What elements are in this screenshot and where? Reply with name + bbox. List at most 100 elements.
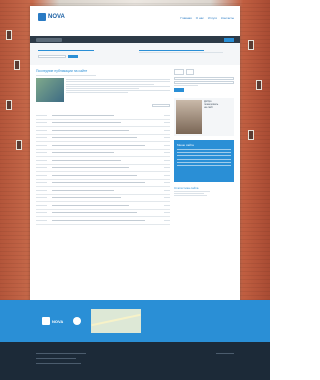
list-item-count	[164, 121, 170, 124]
list-item-title[interactable]	[52, 114, 164, 117]
sidebar-menu-item[interactable]	[177, 152, 231, 154]
list-item[interactable]	[36, 120, 170, 127]
window-decoration	[16, 140, 22, 150]
list-item-count	[164, 196, 170, 199]
list-item-title[interactable]	[52, 196, 164, 199]
sidebar-menu-item[interactable]	[177, 161, 231, 163]
sidebar-menu-title: Меню сайта	[177, 142, 194, 147]
site-logo[interactable]: NOVA	[38, 13, 65, 21]
list-item-title[interactable]	[52, 204, 164, 207]
password-field[interactable]	[174, 81, 234, 85]
list-item[interactable]	[36, 217, 170, 225]
content-columns: Последние публикации на сайте Добро пожа…	[30, 65, 240, 229]
list-item-date	[36, 151, 52, 154]
list-item-title[interactable]	[52, 181, 164, 184]
list-item[interactable]	[36, 165, 170, 172]
list-item-title[interactable]	[52, 174, 164, 177]
map-road	[91, 313, 141, 327]
top-navigation: Главная О нас Услуги Контакты	[180, 16, 234, 20]
nav-item[interactable]: Главная	[180, 16, 191, 20]
sidebar-tab[interactable]	[186, 69, 195, 75]
list-item-count	[164, 144, 170, 147]
window-decoration	[256, 80, 262, 90]
list-item-title[interactable]	[52, 211, 164, 214]
hero-section	[30, 43, 240, 65]
list-item-title[interactable]	[52, 189, 164, 192]
sidebar: Добро пожаловать на сайт Меню сайта Стат…	[174, 69, 234, 225]
list-item[interactable]	[36, 195, 170, 202]
list-item-date	[36, 211, 52, 214]
footer-circle-icon[interactable]	[73, 317, 82, 325]
list-item-count	[164, 181, 170, 184]
footer-logo-icon	[42, 317, 50, 325]
list-item[interactable]	[36, 135, 170, 142]
list-item-title[interactable]	[52, 159, 164, 162]
list-item-count	[164, 211, 170, 214]
footer-logo-text: NOVA	[52, 318, 64, 324]
footer-text-line	[36, 358, 76, 360]
list-item-title[interactable]	[52, 144, 164, 147]
list-item[interactable]	[36, 180, 170, 187]
list-item-title[interactable]	[52, 151, 164, 154]
list-item-title[interactable]	[52, 129, 164, 132]
footer-bottom	[0, 342, 270, 380]
sidebar-menu-item[interactable]	[177, 149, 231, 151]
footer-map[interactable]	[91, 309, 142, 333]
profile-line: на сайт	[204, 105, 213, 109]
list-item[interactable]	[36, 127, 170, 135]
sidebar-menu-item[interactable]	[177, 155, 231, 157]
list-item-date	[36, 136, 52, 139]
list-item-date	[36, 196, 52, 199]
list-item-title[interactable]	[52, 219, 164, 222]
nav-item[interactable]: Услуги	[208, 16, 217, 20]
remember-line	[174, 85, 198, 87]
list-item-date	[36, 166, 52, 169]
list-item-count	[164, 219, 170, 222]
window-decoration	[6, 30, 12, 40]
login-field[interactable]	[174, 77, 234, 80]
profile-card: Добро пожаловать на сайт	[174, 97, 234, 136]
list-item-title[interactable]	[52, 166, 164, 169]
list-item-title[interactable]	[52, 121, 164, 124]
featured-image[interactable]	[36, 78, 64, 102]
text-line	[66, 92, 129, 94]
list-item[interactable]	[36, 157, 170, 165]
stats-title: Статистика сайта	[174, 185, 199, 190]
hero-input[interactable]	[38, 55, 66, 59]
featured-article[interactable]	[36, 78, 170, 102]
list-item-date	[36, 121, 52, 124]
text-line	[66, 83, 155, 85]
article-list	[36, 112, 170, 225]
search-button[interactable]	[224, 37, 234, 42]
site-footer: NOVA	[0, 300, 270, 380]
list-item[interactable]	[36, 150, 170, 157]
text-line	[66, 79, 170, 81]
list-item[interactable]	[36, 202, 170, 210]
list-item[interactable]	[36, 210, 170, 217]
stats-line	[174, 195, 207, 197]
sidebar-tab[interactable]	[174, 69, 185, 75]
sidebar-menu: Меню сайта	[174, 139, 234, 182]
footer-logo[interactable]: NOVA	[42, 317, 63, 325]
nav-item[interactable]: Контакты	[221, 16, 234, 20]
sidebar-menu-item[interactable]	[177, 165, 231, 166]
footer-text-line	[216, 353, 234, 355]
list-item[interactable]	[36, 172, 170, 180]
hero-submit-button[interactable]	[68, 55, 78, 59]
list-item-title[interactable]	[52, 136, 164, 139]
list-item-date	[36, 189, 52, 192]
nav-item[interactable]: О нас	[196, 16, 204, 20]
footer-top: NOVA	[30, 300, 240, 342]
text-line	[66, 90, 170, 92]
list-item[interactable]	[36, 187, 170, 195]
sidebar-menu-item[interactable]	[177, 158, 231, 160]
list-item-count	[164, 136, 170, 139]
window-decoration	[248, 130, 254, 140]
list-item[interactable]	[36, 112, 170, 120]
search-input[interactable]	[36, 37, 62, 42]
featured-text	[66, 78, 170, 102]
more-button[interactable]	[152, 104, 170, 107]
list-item-count	[164, 129, 170, 132]
login-button[interactable]	[174, 88, 184, 92]
list-item[interactable]	[36, 142, 170, 150]
